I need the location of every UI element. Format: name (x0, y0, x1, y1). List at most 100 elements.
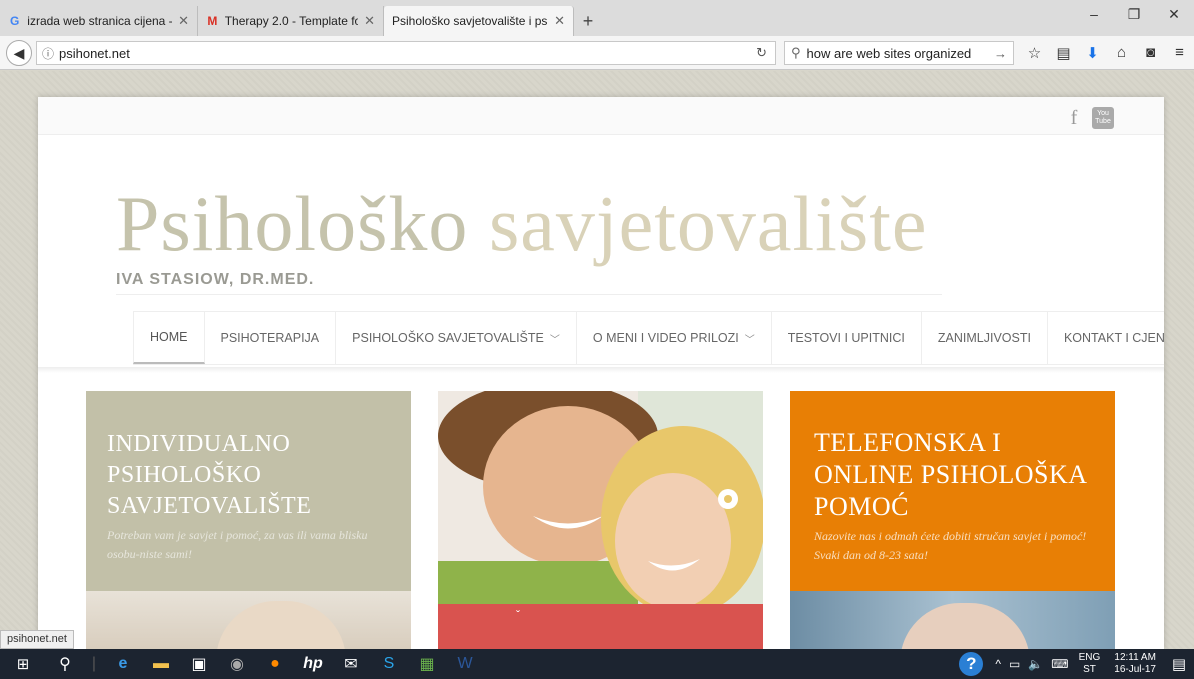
card-title: INDIVIDUALNO PSIHOLOŠKO SAVJETOVALIŠTE (107, 431, 312, 519)
google-icon: G (9, 14, 20, 28)
tab-psihonet[interactable]: Psihološko savjetovalište i psihol ✕ (384, 6, 574, 36)
home-icon[interactable]: ⌂ (1107, 44, 1136, 62)
menu-item-home[interactable]: HOME (133, 312, 205, 364)
skype-icon[interactable]: S (370, 649, 408, 679)
menu-item-kontakt[interactable]: KONTAKT I CJENIK (1048, 312, 1164, 364)
back-arrow-icon: ◀ (13, 44, 25, 61)
face-shape (216, 601, 346, 649)
youtube-text-bottom: Tube (1095, 118, 1111, 125)
minimize-icon[interactable]: – (1074, 6, 1114, 23)
back-button[interactable]: ◀ (6, 40, 32, 66)
new-tab-button[interactable]: + (574, 6, 602, 36)
restore-icon[interactable]: ❐ (1114, 6, 1154, 23)
search-icon[interactable]: ⚲ (46, 649, 84, 679)
firefox-icon[interactable]: ● (256, 649, 294, 679)
close-window-icon[interactable]: ✕ (1154, 6, 1194, 23)
reading-list-icon[interactable]: ▤ (1049, 44, 1078, 62)
search-go-icon[interactable]: → (994, 46, 1007, 61)
card-title: TELEFONSKA I ONLINE PSIHOLOŠKA POMOĆ (814, 428, 1087, 521)
tab-therapy-template[interactable]: M Therapy 2.0 - Template for t ✕ (198, 6, 384, 36)
bookmark-star-icon[interactable]: ☆ (1020, 44, 1049, 62)
search-bar[interactable]: ⚲ how are web sites organized → (784, 41, 1014, 65)
card-individual-counseling[interactable]: INDIVIDUALNO PSIHOLOŠKO SAVJETOVALIŠTE P… (86, 391, 411, 649)
divider (116, 294, 942, 295)
menu-shadow (38, 367, 1164, 373)
search-input[interactable]: how are web sites organized (807, 46, 972, 61)
lang-layout: ST (1083, 664, 1096, 675)
tab-title: Psihološko savjetovalište i psihol (392, 14, 548, 28)
chevron-down-icon: ﹀ (744, 334, 755, 346)
volume-icon[interactable]: 🔈 (1028, 657, 1043, 671)
chevron-up-icon[interactable]: ^ (995, 657, 1001, 671)
file-explorer-icon[interactable]: ▬ (142, 649, 180, 679)
browser-nav-bar: ◀ ⓘ psihonet.net ↻ ⚲ how are web sites o… (0, 36, 1194, 70)
menu-label: O MENI I VIDEO PRILOZI (592, 331, 739, 345)
gmail-icon: M (207, 14, 218, 28)
pocket-icon[interactable]: ◙ (1136, 44, 1165, 62)
main-menu: HOME PSIHOTERAPIJA PSIHOLOŠKO SAVJETOVAL… (133, 311, 1164, 365)
system-tray: ? ^ ▭ 🔈 ⌨ ENG ST 12:11 AM 16-Jul-17 ▤ (959, 649, 1194, 679)
card-text: Nazovite nas i odmah ćete dobiti stručan… (814, 529, 1087, 562)
operator-photo (790, 591, 1115, 649)
woman-photo (86, 591, 411, 649)
tab-title: Therapy 2.0 - Template for t (224, 14, 359, 28)
reload-icon[interactable]: ↻ (756, 45, 767, 61)
close-tab-icon[interactable]: ✕ (364, 13, 375, 29)
word-icon[interactable]: W (446, 649, 484, 679)
windows-start-icon[interactable]: ⊞ (0, 649, 46, 679)
chevron-icon: ˇ (516, 608, 520, 622)
download-icon[interactable]: ⬇ (1078, 44, 1107, 62)
card-phone-online-help[interactable]: TELEFONSKA I ONLINE PSIHOLOŠKA POMOĆ Naz… (790, 391, 1115, 649)
site-title-part2: savjetovalište (488, 180, 928, 267)
close-tab-icon[interactable]: ✕ (554, 13, 565, 29)
menu-label: ZANIMLJIVOSTI (937, 331, 1031, 345)
youtube-icon[interactable]: You Tube (1092, 107, 1114, 129)
help-icon[interactable]: ? (959, 652, 984, 676)
status-url: psihonet.net (0, 630, 74, 649)
address-text: psihonet.net (59, 45, 130, 61)
excel-icon[interactable]: ▦ (408, 649, 446, 679)
site-subtitle: IVA STASIOW, DR.MED. (116, 271, 315, 288)
facebook-icon[interactable]: f (1066, 107, 1082, 130)
edge-icon[interactable]: e (104, 649, 142, 679)
menu-item-o-meni[interactable]: O MENI I VIDEO PRILOZI ﹀ (577, 312, 772, 364)
clock[interactable]: 12:11 AM 16-Jul-17 (1114, 652, 1156, 676)
menu-item-zanimljivosti[interactable]: ZANIMLJIVOSTI (922, 312, 1048, 364)
social-links: f You Tube (1066, 107, 1114, 130)
info-icon[interactable]: ⓘ (37, 45, 59, 62)
chevron-down-icon: ﹀ (549, 334, 560, 346)
site-title[interactable]: Psihološko savjetovalište (116, 179, 927, 269)
close-tab-icon[interactable]: ✕ (178, 13, 189, 29)
battery-icon[interactable]: ▭ (1009, 657, 1020, 671)
language-indicator[interactable]: ENG ST (1079, 652, 1101, 676)
menu-item-testovi[interactable]: TESTOVI I UPITNICI (772, 312, 922, 364)
flower-center (724, 495, 732, 503)
windows-taskbar: ⊞ ⚲ | e ▬ ▣ ◉ ● hp ✉ S ▦ W ? ^ ▭ 🔈 ⌨ ENG… (0, 649, 1194, 679)
top-strip: f You Tube (38, 97, 1164, 135)
menu-label: TESTOVI I UPITNICI (787, 331, 905, 345)
address-bar[interactable]: ⓘ psihonet.net ↻ (36, 41, 776, 65)
hp-icon[interactable]: hp (294, 649, 332, 679)
menu-icon[interactable]: ≡ (1165, 44, 1194, 62)
divider: | (91, 655, 97, 672)
mail-icon[interactable]: ✉ (332, 649, 370, 679)
store-icon[interactable]: ▣ (180, 649, 218, 679)
youtube-text-top: You (1097, 110, 1109, 117)
date-text: 16-Jul-17 (1114, 664, 1156, 675)
toolbar-icons: ☆ ▤ ⬇ ⌂ ◙ ≡ (1020, 44, 1194, 62)
keyboard-icon[interactable]: ⌨ (1051, 657, 1068, 671)
time-text: 12:11 AM (1114, 652, 1156, 663)
menu-label: HOME (150, 330, 188, 344)
menu-label: PSIHOTERAPIJA (220, 331, 320, 345)
webcam-icon[interactable]: ◉ (218, 649, 256, 679)
tab-title: izrada web stranica cijena - ( (27, 14, 173, 28)
couple-photo (438, 391, 763, 604)
menu-item-psihoterapija[interactable]: PSIHOTERAPIJA (205, 312, 337, 364)
website-container: f You Tube Psihološko savjetovalište IVA … (38, 97, 1164, 649)
tab-google-search[interactable]: G izrada web stranica cijena - ( ✕ (0, 6, 198, 36)
card-couple-photo[interactable]: ˇ (438, 391, 763, 649)
site-title-part1: Psihološko (116, 180, 489, 267)
menu-item-psiholosko-savjetovaliste[interactable]: PSIHOLOŠKO SAVJETOVALIŠTE ﹀ (336, 312, 577, 364)
menu-label: KONTAKT I CJENIK (1063, 331, 1164, 345)
notification-icon[interactable]: ▤ (1164, 655, 1194, 673)
